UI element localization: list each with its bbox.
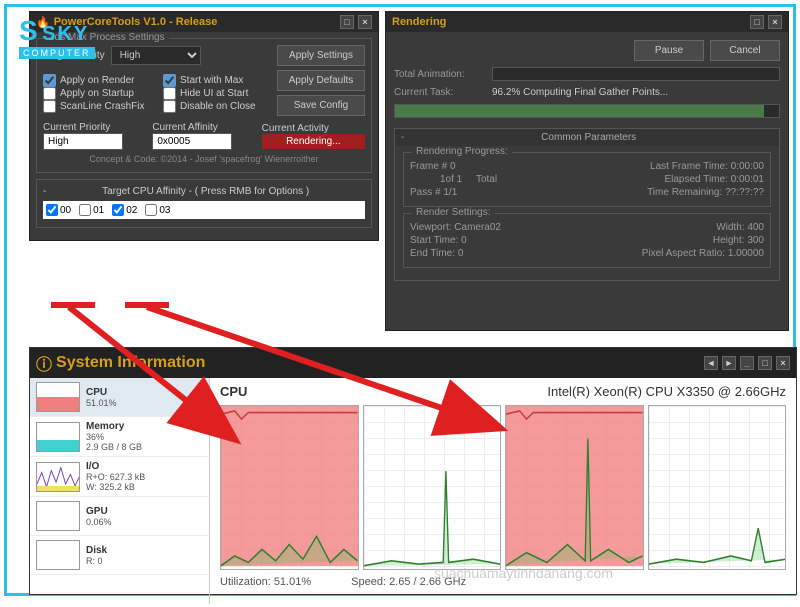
- apply-on-startup-checkbox[interactable]: Apply on Startup: [43, 87, 151, 100]
- sidebar-item-gpu[interactable]: GPU0.06%: [30, 497, 209, 536]
- close-icon[interactable]: ×: [768, 15, 782, 29]
- cpu-model: Intel(R) Xeon(R) CPU X3350 @ 2.66GHz: [547, 384, 786, 399]
- cpu-heading: CPU: [220, 384, 247, 399]
- current-task-value: 96.2% Computing Final Gather Points...: [492, 87, 668, 98]
- current-affinity-label: Current Affinity: [152, 122, 255, 133]
- pause-button[interactable]: Pause: [634, 40, 704, 61]
- rendering-window: Rendering □ × Pause Cancel Total Animati…: [385, 11, 789, 331]
- total-animation-label: Total Animation:: [394, 69, 484, 80]
- credit-text: Concept & Code: ©2014 - Josef 'spacefrog…: [43, 154, 365, 164]
- nav-fwd-icon[interactable]: ►: [722, 356, 736, 370]
- app-icon: ⓘ: [36, 351, 52, 375]
- current-task-label: Current Task:: [394, 87, 484, 98]
- watermark-text: suachuamaytinhdanang.com: [434, 565, 613, 581]
- speed-label: Speed:: [351, 576, 386, 588]
- affinity-group: - Target CPU Affinity - ( Press RMB for …: [36, 179, 372, 228]
- core-00-checkbox[interactable]: 00: [46, 204, 71, 216]
- core1-chart: [363, 405, 502, 570]
- disable-on-close-checkbox[interactable]: Disable on Close: [163, 100, 271, 113]
- window-title: Rendering: [392, 16, 446, 28]
- sidebar-item-io[interactable]: I/OR+O: 627.3 kBW: 325.2 kB: [30, 457, 209, 497]
- utilization-label: Utilization:: [220, 576, 271, 588]
- sidebar-item-cpu[interactable]: CPU51.01%: [30, 378, 209, 417]
- current-priority-field[interactable]: [43, 133, 123, 150]
- sysinfo-sidebar: CPU51.01% Memory36%2.9 GB / 8 GB I/OR+O:…: [30, 378, 210, 604]
- nav-back-icon[interactable]: ◄: [704, 356, 718, 370]
- scanline-crashfix-checkbox[interactable]: ScanLine CrashFix: [43, 100, 151, 113]
- sidebar-item-disk[interactable]: DiskR: 0: [30, 536, 209, 575]
- core-01-checkbox[interactable]: 01: [79, 204, 104, 216]
- current-activity-label: Current Activity: [262, 123, 365, 134]
- close-icon[interactable]: ×: [776, 356, 790, 370]
- minimize-icon[interactable]: _: [740, 356, 754, 370]
- sidebar-item-memory[interactable]: Memory36%2.9 GB / 8 GB: [30, 417, 209, 457]
- collapse-icon[interactable]: -: [43, 186, 46, 197]
- core-03-checkbox[interactable]: 03: [145, 204, 170, 216]
- current-task-progress: [394, 104, 780, 118]
- apply-settings-button[interactable]: Apply Settings: [277, 45, 365, 66]
- window-title: System Information: [56, 354, 205, 372]
- apply-on-render-checkbox[interactable]: Apply on Render: [43, 74, 151, 87]
- total-animation-progress: [492, 67, 780, 81]
- common-parameters-panel: -Common Parameters Rendering Progress: F…: [394, 128, 780, 281]
- sysinfo-titlebar[interactable]: ⓘ System Information ◄ ► _ □ ×: [30, 348, 796, 378]
- affinity-title: Target CPU Affinity - ( Press RMB for Op…: [102, 186, 309, 197]
- utilization-value: 51.01%: [274, 576, 311, 588]
- minimize-icon[interactable]: □: [340, 15, 354, 29]
- affinity-bar: 00 01 02 03: [43, 201, 365, 219]
- system-information-window: ⓘ System Information ◄ ► _ □ × CPU51.01%…: [29, 347, 797, 595]
- maximize-icon[interactable]: □: [758, 356, 772, 370]
- cpu-charts: [220, 405, 786, 570]
- core0-chart: [220, 405, 359, 570]
- watermark-logo: S SKY COMPUTER: [19, 15, 95, 59]
- core2-chart: [505, 405, 644, 570]
- minimize-icon[interactable]: □: [750, 15, 764, 29]
- close-icon[interactable]: ×: [358, 15, 372, 29]
- save-config-button[interactable]: Save Config: [277, 95, 365, 116]
- hide-ui-checkbox[interactable]: Hide UI at Start: [163, 87, 271, 100]
- current-affinity-field[interactable]: [152, 133, 232, 150]
- apply-defaults-button[interactable]: Apply Defaults: [277, 70, 365, 91]
- rendering-titlebar[interactable]: Rendering □ ×: [386, 12, 788, 32]
- current-activity-value: Rendering...: [262, 134, 365, 149]
- cancel-button[interactable]: Cancel: [710, 40, 780, 61]
- core-02-checkbox[interactable]: 02: [112, 204, 137, 216]
- collapse-icon[interactable]: -: [401, 132, 404, 143]
- core3-chart: [648, 405, 787, 570]
- start-with-max-checkbox[interactable]: Start with Max: [163, 74, 271, 87]
- current-priority-label: Current Priority: [43, 122, 146, 133]
- target-priority-select[interactable]: High: [111, 46, 201, 65]
- render-settings-group: Render Settings: Viewport: Camera02Width…: [403, 213, 771, 268]
- rendering-progress-group: Rendering Progress: Frame # 0Last Frame …: [403, 152, 771, 207]
